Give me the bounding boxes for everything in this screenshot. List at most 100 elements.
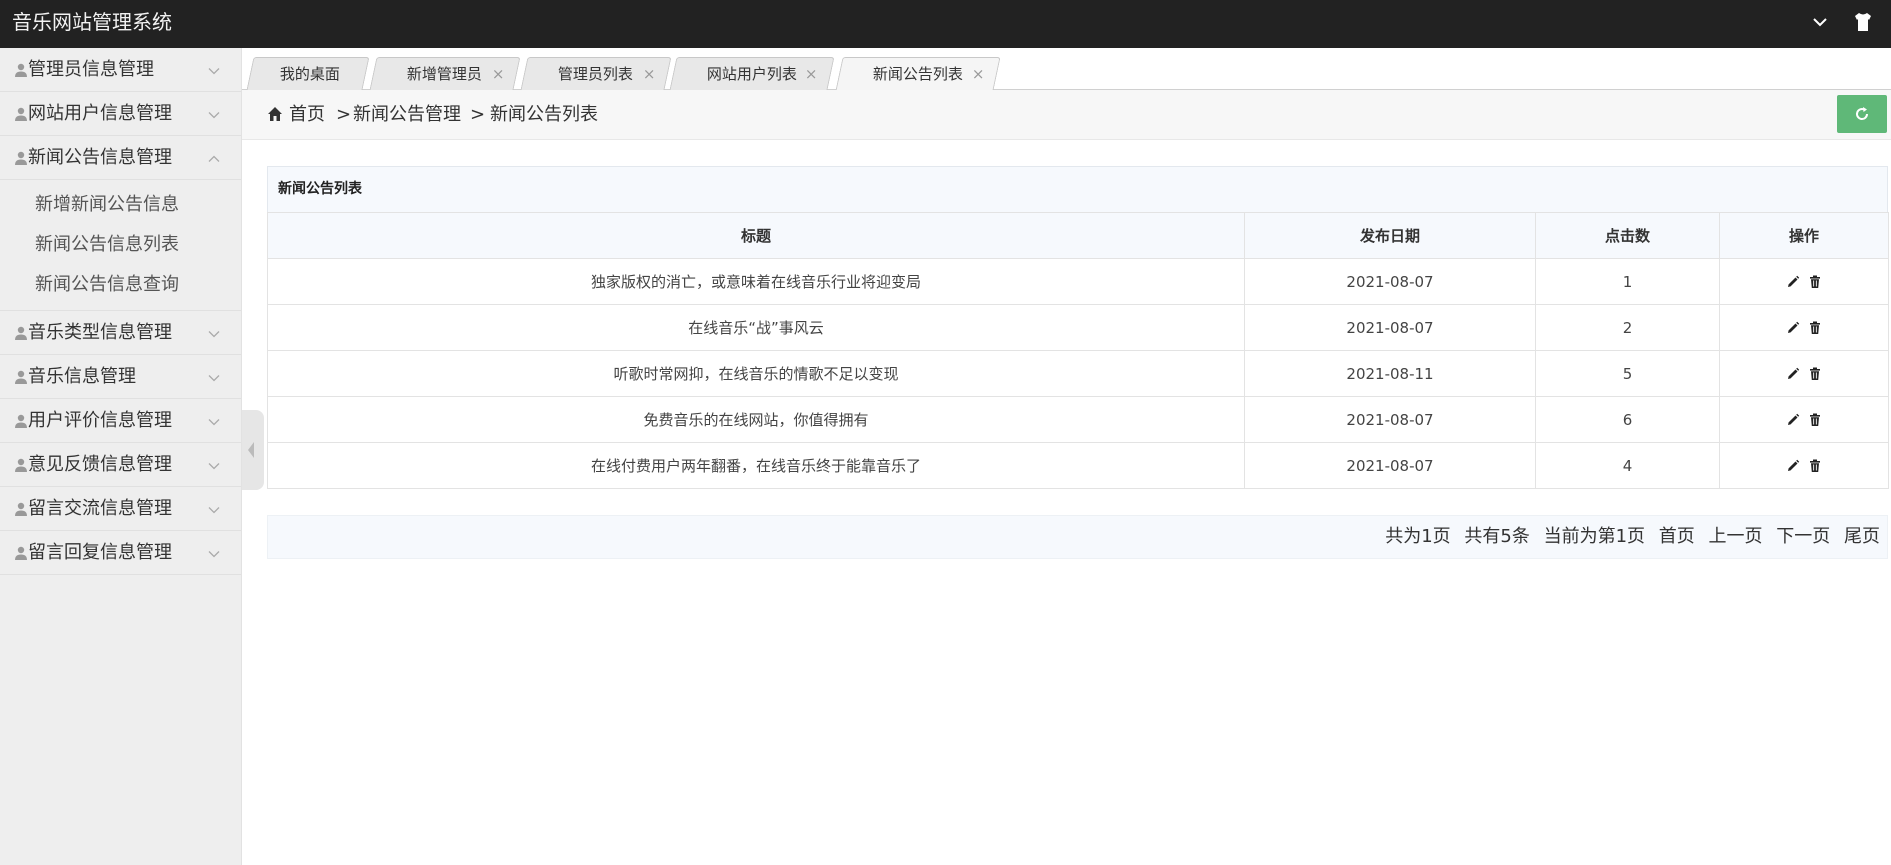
column-header-actions: 操作	[1719, 212, 1889, 259]
tab-label: 网站用户列表	[706, 65, 797, 83]
delete-icon[interactable]	[1807, 320, 1823, 336]
cell-clicks: 2	[1535, 304, 1720, 351]
breadcrumb-bar: 首页 > 新闻公告管理 > 新闻公告列表	[242, 90, 1891, 140]
pager-total-items: 共有5条	[1464, 526, 1530, 547]
close-icon[interactable]: ×	[643, 58, 656, 90]
app-title: 音乐网站管理系统	[12, 10, 172, 34]
sidebar-item[interactable]: 意见反馈信息管理	[0, 443, 241, 487]
user-icon	[13, 369, 29, 385]
breadcrumb-home[interactable]: 首页	[289, 90, 325, 140]
cell-clicks: 5	[1535, 350, 1720, 397]
chevron-down-icon	[207, 63, 221, 77]
breadcrumb-separator: >	[470, 104, 486, 125]
tab[interactable]: 管理员列表 ×	[520, 57, 672, 90]
tab-label: 新闻公告列表	[872, 65, 963, 83]
table-row: 在线付费用户两年翻番，在线音乐终于能靠音乐了 2021-08-07 4	[267, 442, 1889, 489]
user-icon	[13, 106, 29, 122]
table-row: 独家版权的消亡，或意味着在线音乐行业将迎变局 2021-08-07 1	[267, 258, 1889, 305]
table-row: 免费音乐的在线网站，你值得拥有 2021-08-07 6	[267, 396, 1889, 443]
chevron-up-icon	[207, 151, 221, 165]
sidebar-collapse-handle[interactable]	[242, 410, 264, 490]
cell-date: 2021-08-11	[1244, 350, 1536, 397]
delete-icon[interactable]	[1807, 366, 1823, 382]
cell-actions	[1719, 350, 1889, 397]
sidebar-item[interactable]: 管理员信息管理	[0, 48, 241, 92]
cell-actions	[1719, 304, 1889, 351]
column-header-clicks: 点击数	[1535, 212, 1720, 259]
news-table: 标题 发布日期 点击数 操作 独家版权的消亡，或意味着在线音乐行业将迎变局 202…	[267, 212, 1889, 489]
home-icon	[267, 106, 283, 122]
delete-icon[interactable]	[1807, 412, 1823, 428]
close-icon[interactable]: ×	[492, 58, 505, 90]
sidebar-item-label: 音乐类型信息管理	[28, 322, 172, 343]
pager-current-page: 当前为第1页	[1543, 526, 1646, 547]
cell-clicks: 1	[1535, 258, 1720, 305]
top-header: 音乐网站管理系统	[0, 0, 1891, 48]
sidebar-item[interactable]: 网站用户信息管理	[0, 92, 241, 136]
chevron-down-icon	[207, 458, 221, 472]
tshirt-icon[interactable]	[1851, 10, 1875, 34]
chevron-down-icon	[207, 326, 221, 340]
tab[interactable]: 新增管理员 ×	[369, 57, 521, 90]
tab[interactable]: 新闻公告列表 ×	[835, 57, 1001, 91]
pagination: 共为1页 共有5条 当前为第1页 首页 上一页 下一页 尾页	[267, 515, 1888, 559]
cell-date: 2021-08-07	[1244, 442, 1536, 489]
cell-title: 免费音乐的在线网站，你值得拥有	[267, 396, 1245, 443]
pager-last-link[interactable]: 尾页	[1844, 526, 1880, 547]
sidebar-item[interactable]: 用户评价信息管理	[0, 399, 241, 443]
sidebar-subitem[interactable]: 新闻公告信息查询	[0, 265, 241, 305]
tab[interactable]: 我的桌面	[246, 57, 370, 90]
tab[interactable]: 网站用户列表 ×	[669, 57, 835, 90]
edit-icon[interactable]	[1785, 274, 1801, 290]
chevron-down-icon	[207, 414, 221, 428]
delete-icon[interactable]	[1807, 458, 1823, 474]
cell-title: 独家版权的消亡，或意味着在线音乐行业将迎变局	[267, 258, 1245, 305]
pager-prev-link[interactable]: 上一页	[1709, 526, 1763, 547]
edit-icon[interactable]	[1785, 366, 1801, 382]
cell-actions	[1719, 258, 1889, 305]
cell-clicks: 6	[1535, 396, 1720, 443]
sidebar-item-label: 管理员信息管理	[28, 59, 154, 80]
tab-label: 新增管理员	[406, 65, 482, 83]
column-header-title: 标题	[267, 212, 1245, 259]
chevron-down-icon[interactable]	[1808, 10, 1832, 34]
refresh-icon	[1856, 107, 1869, 120]
cell-clicks: 4	[1535, 442, 1720, 489]
edit-icon[interactable]	[1785, 412, 1801, 428]
edit-icon[interactable]	[1785, 458, 1801, 474]
edit-icon[interactable]	[1785, 320, 1801, 336]
pager-first-link[interactable]: 首页	[1659, 526, 1695, 547]
refresh-button[interactable]	[1837, 95, 1887, 133]
pager-next-link[interactable]: 下一页	[1776, 526, 1830, 547]
cell-title: 在线音乐“战”事风云	[267, 304, 1245, 351]
sidebar-item-label: 网站用户信息管理	[28, 103, 172, 124]
table-row: 听歌时常网抑，在线音乐的情歌不足以变现 2021-08-11 5	[267, 350, 1889, 397]
user-icon	[13, 150, 29, 166]
close-icon[interactable]: ×	[805, 58, 818, 90]
sidebar-item[interactable]: 新闻公告信息管理	[0, 136, 241, 180]
cell-actions	[1719, 442, 1889, 489]
user-icon	[13, 325, 29, 341]
sidebar-item[interactable]: 留言回复信息管理	[0, 531, 241, 575]
cell-date: 2021-08-07	[1244, 258, 1536, 305]
breadcrumb-separator: >	[336, 104, 352, 125]
table-row: 在线音乐“战”事风云 2021-08-07 2	[267, 304, 1889, 351]
breadcrumb-section[interactable]: 新闻公告管理	[353, 90, 461, 140]
close-icon[interactable]: ×	[972, 58, 985, 90]
cell-date: 2021-08-07	[1244, 304, 1536, 351]
cell-date: 2021-08-07	[1244, 396, 1536, 443]
sidebar-item[interactable]: 音乐信息管理	[0, 355, 241, 399]
sidebar-item[interactable]: 留言交流信息管理	[0, 487, 241, 531]
sidebar-item-label: 留言回复信息管理	[28, 542, 172, 563]
column-header-date: 发布日期	[1244, 212, 1536, 259]
user-icon	[13, 545, 29, 561]
sidebar: 管理员信息管理 网站用户信息管理新闻公告信息管理新增新闻公告信息 新闻公告信息列表新…	[0, 48, 242, 865]
chevron-down-icon	[207, 502, 221, 516]
sidebar-item-label: 意见反馈信息管理	[28, 454, 172, 475]
sidebar-subitem[interactable]: 新闻公告信息列表	[0, 225, 241, 265]
delete-icon[interactable]	[1807, 274, 1823, 290]
table-header-row: 标题 发布日期 点击数 操作	[267, 212, 1889, 259]
cell-title: 在线付费用户两年翻番，在线音乐终于能靠音乐了	[267, 442, 1245, 489]
sidebar-subitem[interactable]: 新增新闻公告信息	[0, 185, 241, 225]
sidebar-item[interactable]: 音乐类型信息管理	[0, 311, 241, 355]
